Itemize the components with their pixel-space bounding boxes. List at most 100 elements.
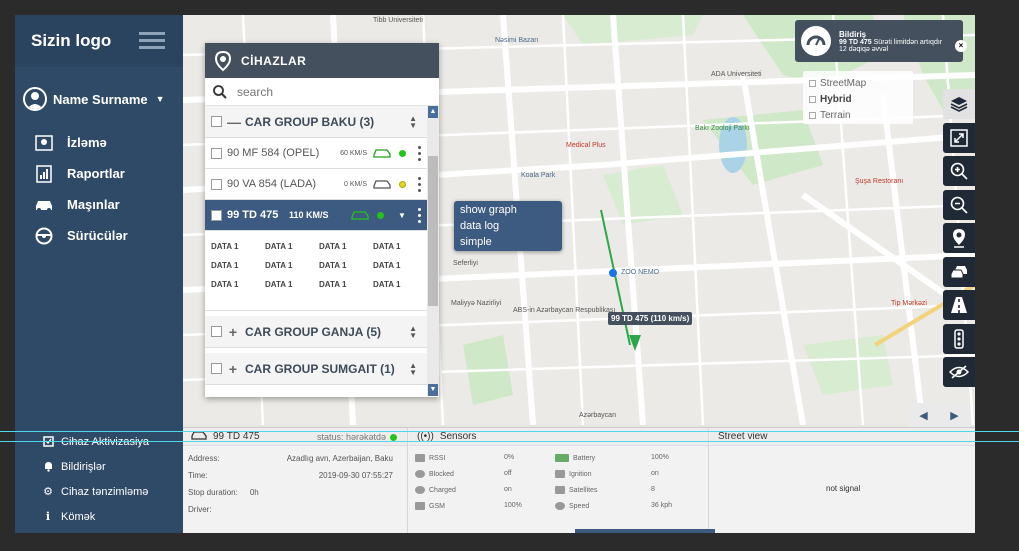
- devices-title: CİHAZLAR: [241, 53, 307, 68]
- roads-button[interactable]: [943, 290, 975, 320]
- group-row-ganja[interactable]: + CAR GROUP GANJA (5) ▲ ▼: [205, 316, 427, 348]
- device-checkbox[interactable]: [211, 147, 222, 159]
- zoom-out-icon: [950, 196, 968, 214]
- group-checkbox[interactable]: [211, 116, 222, 127]
- sensor-label: RSSI: [429, 454, 446, 462]
- data-cell: DATA 1: [319, 261, 347, 270]
- traffic-button[interactable]: [943, 323, 975, 354]
- map-label: Maliyyə Nazirliyi: [451, 300, 502, 307]
- device-speed: 110 KM/S: [289, 210, 329, 220]
- location-button[interactable]: [943, 223, 975, 253]
- device-checkbox[interactable]: [211, 178, 222, 190]
- map-type-checkbox[interactable]: [809, 111, 816, 119]
- map-type-selector: StreetMap Hybrid Terrain: [803, 71, 913, 124]
- status-dot: [399, 149, 406, 157]
- fullscreen-button[interactable]: [943, 122, 975, 153]
- group-checkbox[interactable]: [211, 363, 222, 374]
- notification-title: Bildiriş: [839, 29, 867, 39]
- user-menu[interactable]: Name Surname ▼: [15, 67, 183, 119]
- map-pin-icon: [33, 133, 55, 153]
- logo-bar: Sizin logo: [15, 15, 183, 67]
- device-checkbox[interactable]: [211, 209, 222, 221]
- chevron-right-icon[interactable]: ▶: [939, 403, 970, 427]
- menu-item-show-graph[interactable]: show graph: [460, 202, 562, 218]
- sort-icon[interactable]: ▲ ▼: [409, 115, 417, 130]
- expand-icon[interactable]: +: [227, 324, 239, 340]
- close-icon[interactable]: ×: [955, 40, 967, 52]
- zoom-out-button[interactable]: [943, 189, 975, 220]
- info-label: Stop duration:: [188, 488, 238, 497]
- layers-button[interactable]: [943, 89, 975, 119]
- info-row: Time: 2019-09-30 07:55:27: [183, 467, 407, 484]
- sensor-value: on: [504, 486, 512, 493]
- key-icon: [555, 470, 565, 478]
- vehicles-button[interactable]: [943, 256, 975, 287]
- nav-item-raportlar[interactable]: Raportlar: [15, 158, 183, 189]
- group-row-sumgait[interactable]: + CAR GROUP SUMGAIT (1) ▲ ▼: [205, 353, 427, 385]
- group-checkbox[interactable]: [211, 326, 222, 337]
- map-type-option[interactable]: Hybrid: [809, 91, 913, 107]
- sensor-value: 36 kph: [651, 502, 673, 509]
- map-type-option[interactable]: Terrain: [809, 107, 913, 123]
- data-cell: DATA 1: [211, 261, 239, 270]
- car-icon: [373, 178, 391, 190]
- sidebar-item-label: Cihaz tənzimləmə: [61, 485, 149, 498]
- map-label: Seferliyi: [453, 260, 478, 267]
- map-label: ABS-in Azərbaycan Respublikası: [513, 307, 616, 314]
- device-row-selected[interactable]: 99 TD 475 110 KM/S ▼: [205, 200, 427, 231]
- info-value: 2019-09-30 07:55:27: [318, 471, 393, 480]
- map-type-label: Terrain: [820, 109, 851, 121]
- chevron-left-icon[interactable]: ◀: [908, 403, 939, 427]
- map-label: Medical Plus: [566, 142, 606, 149]
- nav-item-masinlar[interactable]: Maşınlar: [15, 189, 183, 220]
- nav-item-suruculer[interactable]: Sürücülər: [15, 220, 183, 251]
- sidebar-item-notifications[interactable]: Bildirişlər: [15, 454, 183, 479]
- vehicle-label[interactable]: 99 TD 475 (110 km/s): [608, 312, 693, 325]
- hide-button[interactable]: [943, 357, 975, 387]
- car-icon: [351, 209, 369, 221]
- status-dot: [390, 433, 397, 441]
- more-options-icon[interactable]: [418, 146, 421, 164]
- map-type-checkbox[interactable]: [809, 95, 816, 103]
- more-options-icon[interactable]: [418, 208, 421, 226]
- map-type-checkbox[interactable]: [809, 79, 816, 87]
- devices-search-input[interactable]: [237, 84, 407, 99]
- data-cell: DATA 1: [373, 261, 401, 270]
- plug-icon: [415, 486, 425, 494]
- scroll-down-icon[interactable]: ▼: [428, 384, 438, 396]
- device-row[interactable]: 90 VA 854 (LADA) 0 KM/S: [205, 169, 427, 200]
- traffic-light-icon: [954, 328, 964, 349]
- sensors-grid: RSSI 0% Blocked off Charged on GSM 100% …: [409, 446, 708, 510]
- sidebar-item-device-settings[interactable]: ⚙ Cihaz tənzimləmə: [15, 479, 183, 504]
- nav-label: Raportlar: [67, 166, 125, 181]
- group-row-baku[interactable]: — CAR GROUP BAKU (3) ▲ ▼: [205, 106, 427, 138]
- speed-notification[interactable]: Bildiriş 99 TD 475 Sürəti limitdən artıq…: [795, 20, 967, 62]
- bottom-scrollbar[interactable]: [575, 529, 715, 533]
- nav-item-izleme[interactable]: İzləmə: [15, 127, 183, 158]
- chevron-down-icon[interactable]: ▼: [398, 211, 406, 220]
- menu-item-data-log[interactable]: data log: [460, 218, 562, 234]
- map-label: ADA Universiteti: [711, 71, 762, 78]
- hamburger-menu-icon[interactable]: [139, 32, 165, 50]
- map-type-option[interactable]: StreetMap: [809, 75, 913, 91]
- sort-icon[interactable]: ▲ ▼: [409, 362, 417, 377]
- info-row: Address: Azadlıg avn, Azerbaijan, Baku: [183, 450, 407, 467]
- collapse-icon[interactable]: —: [227, 114, 241, 130]
- sensor-value: 0%: [504, 454, 515, 461]
- menu-item-simple[interactable]: simple: [460, 234, 562, 250]
- zoom-in-button[interactable]: [943, 156, 975, 186]
- sensor-value: on: [651, 470, 659, 477]
- sensor-charged: Charged: [415, 486, 456, 494]
- steering-wheel-icon: [33, 226, 55, 246]
- scroll-up-icon[interactable]: ▲: [428, 106, 438, 118]
- scroll-thumb[interactable]: [428, 156, 438, 306]
- road-icon: [951, 297, 967, 313]
- expand-icon[interactable]: +: [227, 361, 239, 377]
- device-row[interactable]: 90 MF 584 (OPEL) 60 KM/S: [205, 138, 427, 169]
- sort-icon[interactable]: ▲ ▼: [409, 325, 417, 340]
- devices-scrollbar[interactable]: ▲ ▼: [427, 106, 439, 396]
- notification-time: 12 dəqiqə əvvəl: [839, 45, 889, 53]
- sidebar-item-help[interactable]: i Kömək: [15, 504, 183, 529]
- more-options-icon[interactable]: [418, 177, 421, 195]
- sensor-speed: Speed: [555, 502, 589, 510]
